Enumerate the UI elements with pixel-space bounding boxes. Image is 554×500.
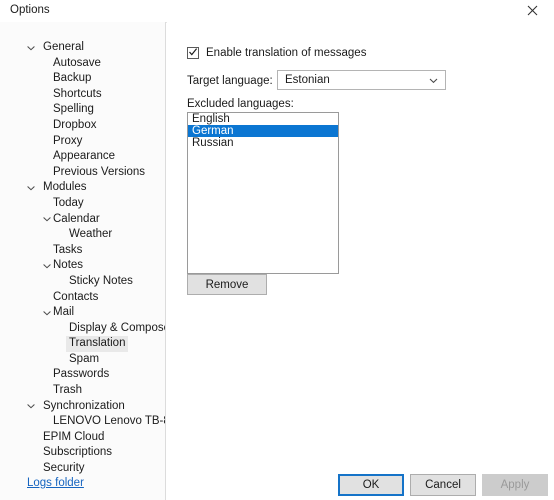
sidebar-item-label: Translation — [66, 336, 129, 352]
enable-translation-checkbox[interactable] — [187, 47, 199, 59]
close-icon — [527, 5, 538, 16]
sidebar-item-appearance[interactable]: Appearance — [0, 149, 165, 165]
sidebar-item-label: Weather — [69, 228, 113, 241]
sidebar-item-label: Tasks — [53, 243, 83, 256]
sidebar-item-modules[interactable]: Modules — [0, 180, 165, 196]
sidebar-item-label: Contacts — [53, 290, 99, 303]
sidebar-item-label: Today — [53, 196, 84, 209]
enable-translation-checkbox-row[interactable]: Enable translation of messages — [187, 47, 366, 59]
sidebar-item-shortcuts[interactable]: Shortcuts — [0, 87, 165, 103]
sidebar-item-general[interactable]: General — [0, 40, 165, 56]
sidebar-item-display-compose[interactable]: Display & Compose — [0, 321, 165, 337]
sidebar-item-label: Notes — [53, 259, 84, 272]
target-language-value: Estonian — [285, 74, 330, 86]
sidebar-item-notes[interactable]: Notes — [0, 258, 165, 274]
sidebar-item-subscriptions[interactable]: Subscriptions — [0, 445, 165, 461]
sidebar-item-lenovo-lenovo-tb-8505f[interactable]: LENOVO Lenovo TB-8505F — [0, 414, 165, 430]
sidebar-item-label: Spam — [69, 352, 100, 365]
sidebar-item-backup[interactable]: Backup — [0, 71, 165, 87]
sidebar-item-passwords[interactable]: Passwords — [0, 367, 165, 383]
sidebar-item-tasks[interactable]: Tasks — [0, 243, 165, 259]
sidebar-item-dropbox[interactable]: Dropbox — [0, 118, 165, 134]
target-language-label: Target language: — [187, 75, 273, 87]
sidebar-item-label: Backup — [53, 72, 92, 85]
target-language-select[interactable]: Estonian — [277, 70, 446, 90]
sidebar-item-label: Spelling — [53, 103, 94, 116]
sidebar-item-label: Proxy — [53, 134, 83, 147]
sidebar-item-label: LENOVO Lenovo TB-8505F — [53, 415, 165, 428]
sidebar-item-label: EPIM Cloud — [43, 430, 105, 443]
sidebar-item-label: Display & Compose — [69, 321, 166, 334]
sidebar-item-label: Appearance — [53, 150, 116, 163]
sidebar-item-label: Subscriptions — [43, 446, 113, 459]
main-panel: Enable translation of messages Target la… — [167, 22, 554, 500]
sidebar-item-epim-cloud[interactable]: EPIM Cloud — [0, 430, 165, 446]
sidebar-item-proxy[interactable]: Proxy — [0, 134, 165, 150]
sidebar-item-calendar[interactable]: Calendar — [0, 212, 165, 228]
chevron-down-icon[interactable] — [24, 399, 38, 415]
sidebar-item-today[interactable]: Today — [0, 196, 165, 212]
language-list-item[interactable]: Russian — [188, 137, 338, 149]
close-button[interactable] — [510, 0, 554, 21]
sidebar-item-spelling[interactable]: Spelling — [0, 102, 165, 118]
enable-translation-label: Enable translation of messages — [206, 47, 367, 59]
logs-folder-link[interactable]: Logs folder — [27, 477, 84, 489]
sidebar-item-label: Passwords — [53, 368, 110, 381]
sidebar-item-label: Autosave — [53, 56, 101, 69]
sidebar-item-autosave[interactable]: Autosave — [0, 56, 165, 72]
sidebar-item-label: Shortcuts — [53, 87, 102, 100]
settings-tree: General Autosave Backup Shortcuts Spelling Dr… — [0, 40, 165, 477]
title-bar: Options — [0, 0, 554, 23]
chevron-down-icon[interactable] — [24, 40, 38, 56]
sidebar-item-label: Modules — [43, 181, 87, 194]
language-list-item[interactable]: English — [188, 113, 338, 125]
sidebar-item-label: Dropbox — [53, 118, 97, 131]
sidebar-item-contacts[interactable]: Contacts — [0, 290, 165, 306]
chevron-down-icon[interactable] — [40, 212, 54, 228]
sidebar-item-mail[interactable]: Mail — [0, 305, 165, 321]
chevron-down-icon[interactable] — [24, 180, 38, 196]
sidebar-item-label: Security — [43, 462, 85, 475]
sidebar: General Autosave Backup Shortcuts Spelling Dr… — [0, 22, 166, 500]
checkmark-icon — [188, 47, 198, 60]
sidebar-item-label: General — [43, 41, 84, 53]
language-list-item[interactable]: German — [188, 125, 338, 137]
ok-button[interactable]: OK — [338, 474, 404, 496]
window-title: Options — [10, 4, 50, 16]
sidebar-item-label: Synchronization — [43, 399, 125, 412]
sidebar-item-label: Trash — [53, 384, 82, 397]
sidebar-item-label: Sticky Notes — [69, 274, 133, 287]
excluded-languages-label: Excluded languages: — [187, 98, 294, 110]
sidebar-item-translation[interactable]: Translation — [0, 336, 165, 352]
sidebar-item-weather[interactable]: Weather — [0, 227, 165, 243]
sidebar-item-label: Previous Versions — [53, 165, 146, 178]
chevron-down-icon[interactable] — [40, 258, 54, 274]
cancel-button[interactable]: Cancel — [410, 474, 476, 496]
chevron-down-icon — [428, 71, 439, 89]
sidebar-item-security[interactable]: Security — [0, 461, 165, 477]
sidebar-item-label: Mail — [53, 306, 75, 319]
remove-button[interactable]: Remove — [187, 274, 267, 295]
chevron-down-icon[interactable] — [40, 305, 54, 321]
apply-button: Apply — [482, 474, 548, 496]
excluded-languages-listbox[interactable]: English German Russian — [187, 112, 339, 274]
sidebar-item-trash[interactable]: Trash — [0, 383, 165, 399]
sidebar-item-sticky-notes[interactable]: Sticky Notes — [0, 274, 165, 290]
sidebar-item-previous-versions[interactable]: Previous Versions — [0, 165, 165, 181]
sidebar-item-label: Calendar — [53, 212, 100, 225]
sidebar-item-synchronization[interactable]: Synchronization — [0, 399, 165, 415]
sidebar-item-spam[interactable]: Spam — [0, 352, 165, 368]
